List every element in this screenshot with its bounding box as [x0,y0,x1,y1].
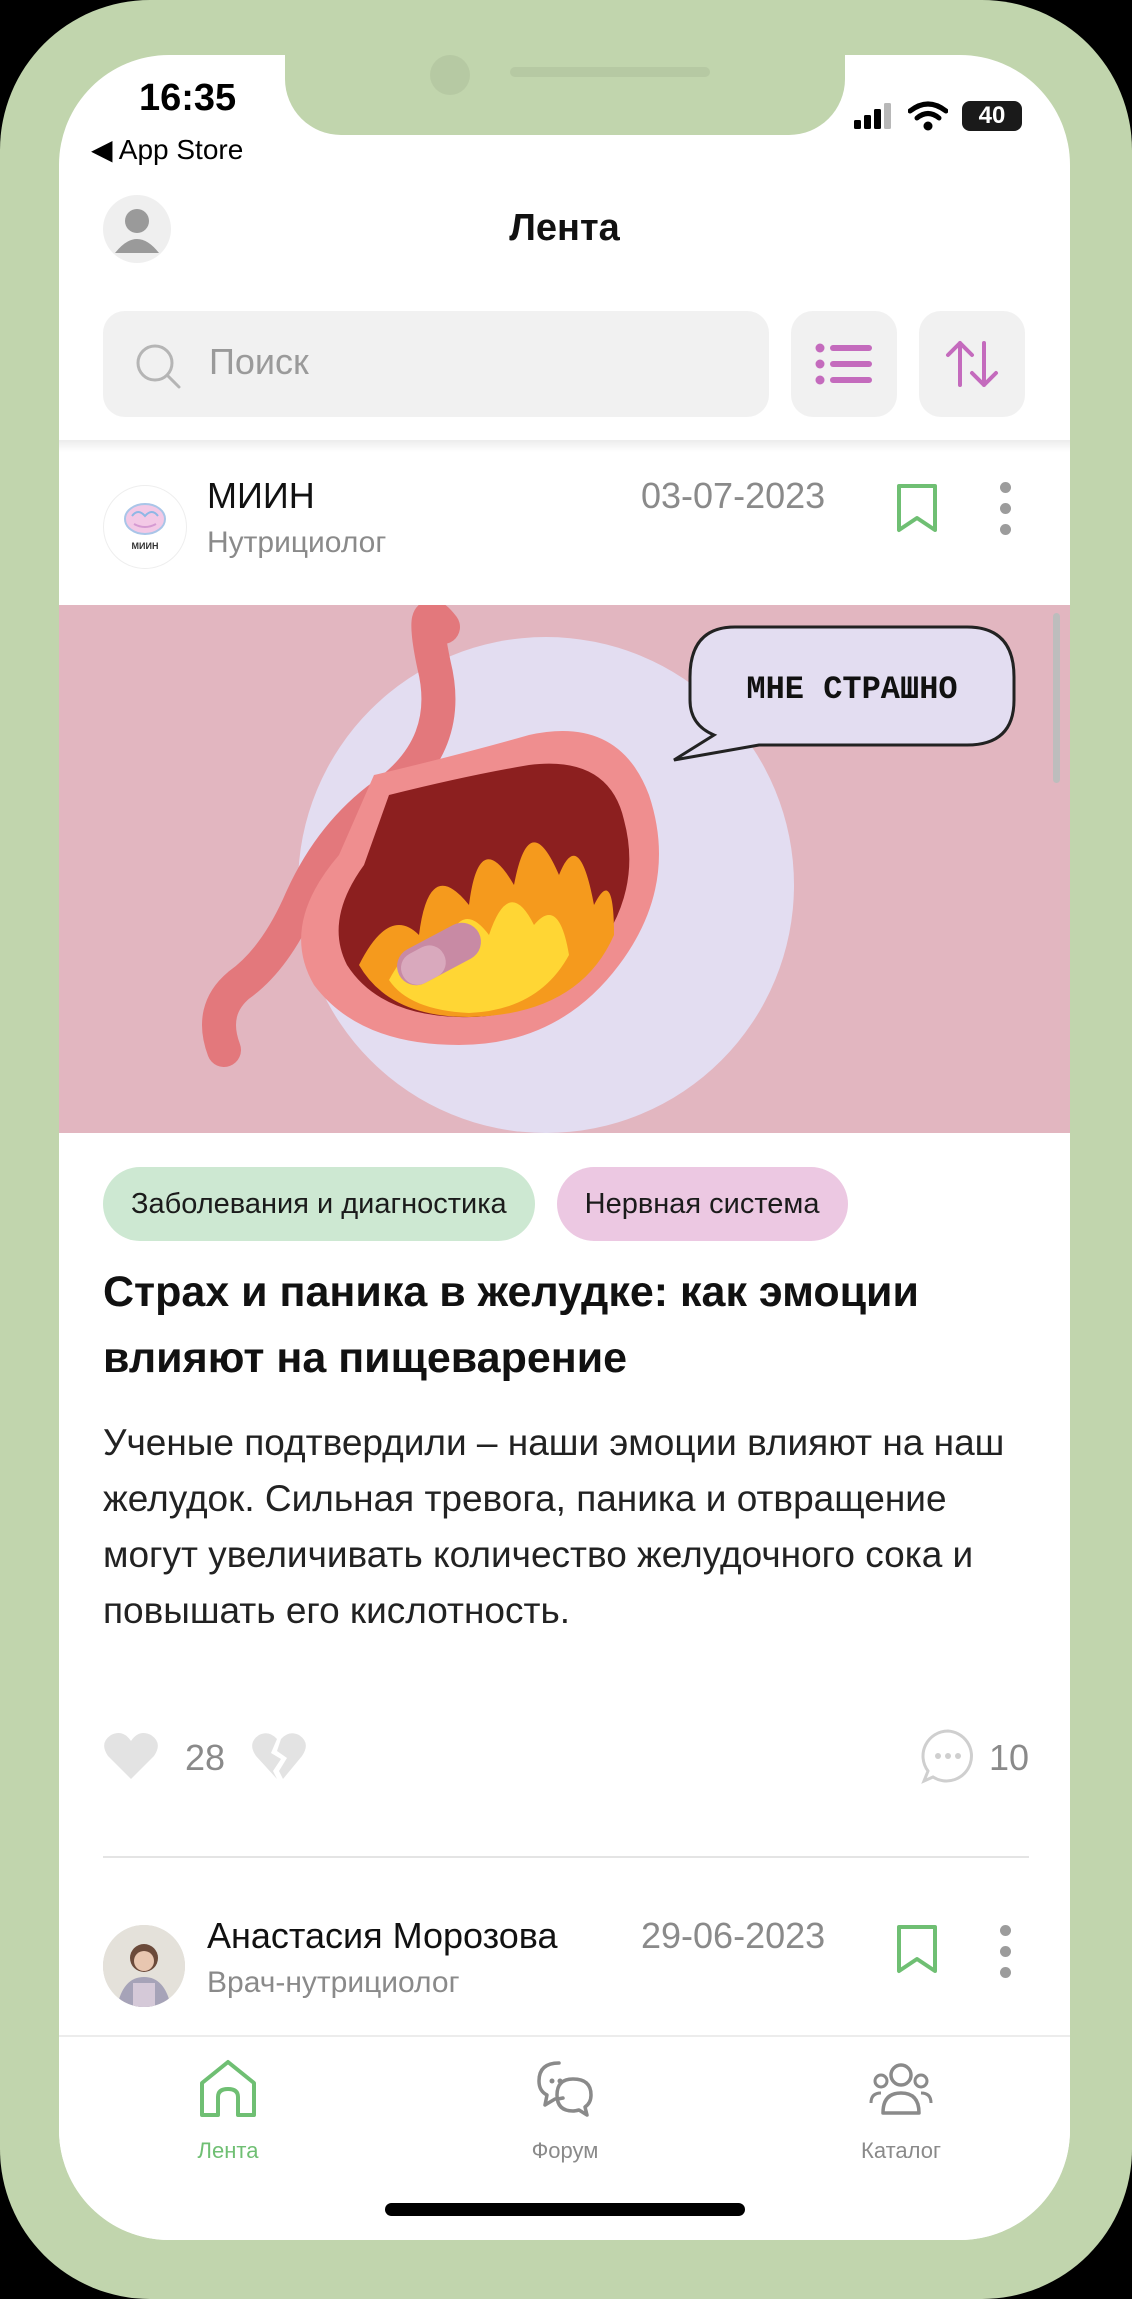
comments-count: 10 [988,1737,1029,1778]
tag-diseases-diagnostics[interactable]: Заболевания и диагностика [103,1167,535,1241]
header: Лента [59,185,1070,290]
app-screen: 16:35 ◀ App Store 40 Лента Поиск МИИН МИ… [59,55,1070,2240]
list-icon [815,343,872,385]
tab-label: Каталог [861,2138,941,2163]
post-date: 29-06-2023 [641,1915,826,1956]
page-title: Лента [509,207,620,249]
more-options-button[interactable] [1000,482,1012,545]
header-shadow [59,440,1070,452]
wifi-icon [908,101,948,131]
sort-arrows-icon [946,341,998,387]
post-reactions: 28 10 [103,1727,1029,1787]
battery-indicator: 40 [962,101,1022,131]
dot-icon [1000,1925,1011,1936]
dot-icon [1000,1946,1011,1957]
dot-icon [1000,503,1011,514]
dot-icon [1000,482,1011,493]
tab-label: Лента [197,2138,259,2163]
logo-text: МИИН [132,541,159,551]
dot-icon [1000,524,1011,535]
chat-bubbles-icon [537,2061,593,2117]
status-icons: 40 [854,101,1022,131]
image-caption: МНЕ СТРАШНО [746,671,957,708]
search-icon [136,344,181,389]
bookmark-icon[interactable] [895,482,939,534]
post-image[interactable]: МНЕ СТРАШНО [59,605,1070,1133]
tag-nervous-system[interactable]: Нервная система [556,1167,848,1241]
post-excerpt[interactable]: Ученые подтвердили – наши эмоции влияют … [103,1415,1033,1639]
post-author-name[interactable]: Анастасия Морозова [207,1915,558,1957]
bookmark-icon[interactable] [895,1923,939,1975]
home-indicator [385,2203,745,2216]
tab-catalog[interactable]: Каталог [801,2057,1001,2164]
back-to-app-store[interactable]: ◀ App Store [91,133,243,166]
status-time: 16:35 [139,77,237,119]
like-heart-icon[interactable] [103,1731,159,1781]
dot-icon [1000,1967,1011,1978]
sort-button[interactable] [919,311,1025,417]
person-photo-icon [103,1925,185,2007]
stomach-fire-illustration: МНЕ СТРАШНО [202,605,1016,1133]
phone-frame: 16:35 ◀ App Store 40 Лента Поиск МИИН МИ… [0,0,1132,2299]
dislike-broken-heart-icon[interactable] [251,1731,307,1781]
comment-icon[interactable] [919,1727,977,1785]
tab-label: Форум [531,2138,599,2163]
speaker [510,67,710,77]
signal-icon [854,103,891,129]
notch [285,55,845,135]
more-options-button[interactable] [1000,1925,1012,1988]
author-logo[interactable]: МИИН [103,485,187,569]
scrollbar[interactable] [1053,613,1060,783]
post-date: 03-07-2023 [641,475,826,516]
search-placeholder: Поиск [209,341,309,382]
brain-logo-icon: МИИН [105,487,185,567]
tab-forum[interactable]: Форум [465,2057,665,2164]
people-icon [869,2063,933,2115]
post-author-role: Врач-нутрициолог [207,1966,460,1999]
post-tags: Заболевания и диагностика Нервная систем… [103,1167,848,1241]
home-icon [200,2060,256,2117]
post-author-name[interactable]: МИИН [207,475,315,517]
post-divider [103,1856,1029,1858]
filter-list-button[interactable] [791,311,897,417]
post-title[interactable]: Страх и паника в желудке: как эмоции вли… [103,1259,1033,1391]
likes-count: 28 [185,1737,226,1778]
camera [430,55,470,95]
post-author-role: Нутрициолог [207,526,387,559]
tab-feed[interactable]: Лента [128,2057,328,2164]
author-avatar[interactable] [103,1925,185,2007]
search-input[interactable]: Поиск [103,311,769,417]
